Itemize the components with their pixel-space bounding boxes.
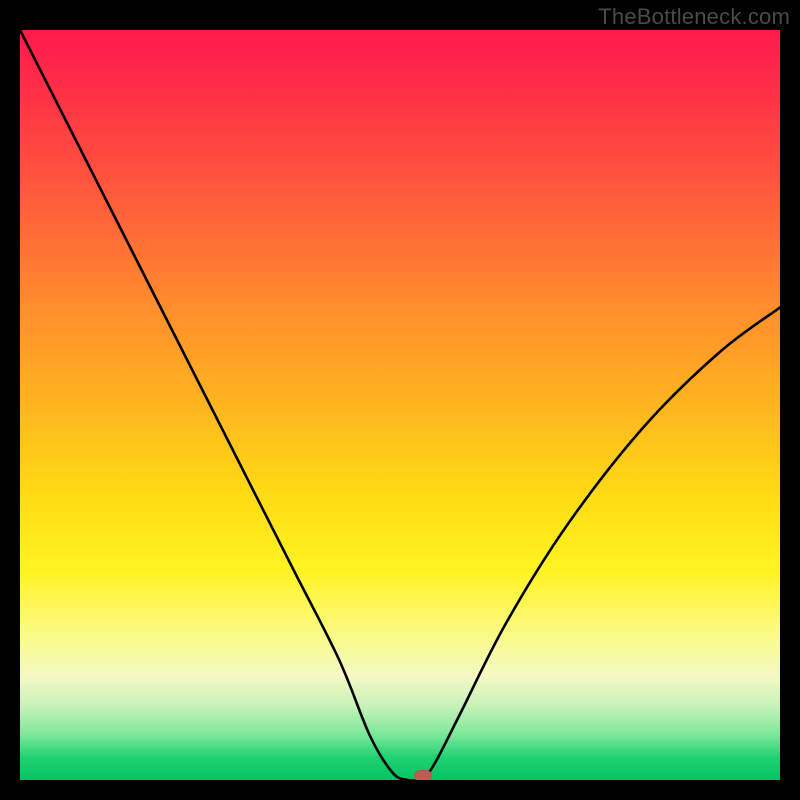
plot-area xyxy=(20,30,780,780)
chart-frame: TheBottleneck.com xyxy=(0,0,800,800)
minimum-marker xyxy=(414,770,432,780)
watermark-text: TheBottleneck.com xyxy=(598,4,790,30)
bottleneck-curve xyxy=(20,30,780,780)
curve-path xyxy=(20,30,780,780)
